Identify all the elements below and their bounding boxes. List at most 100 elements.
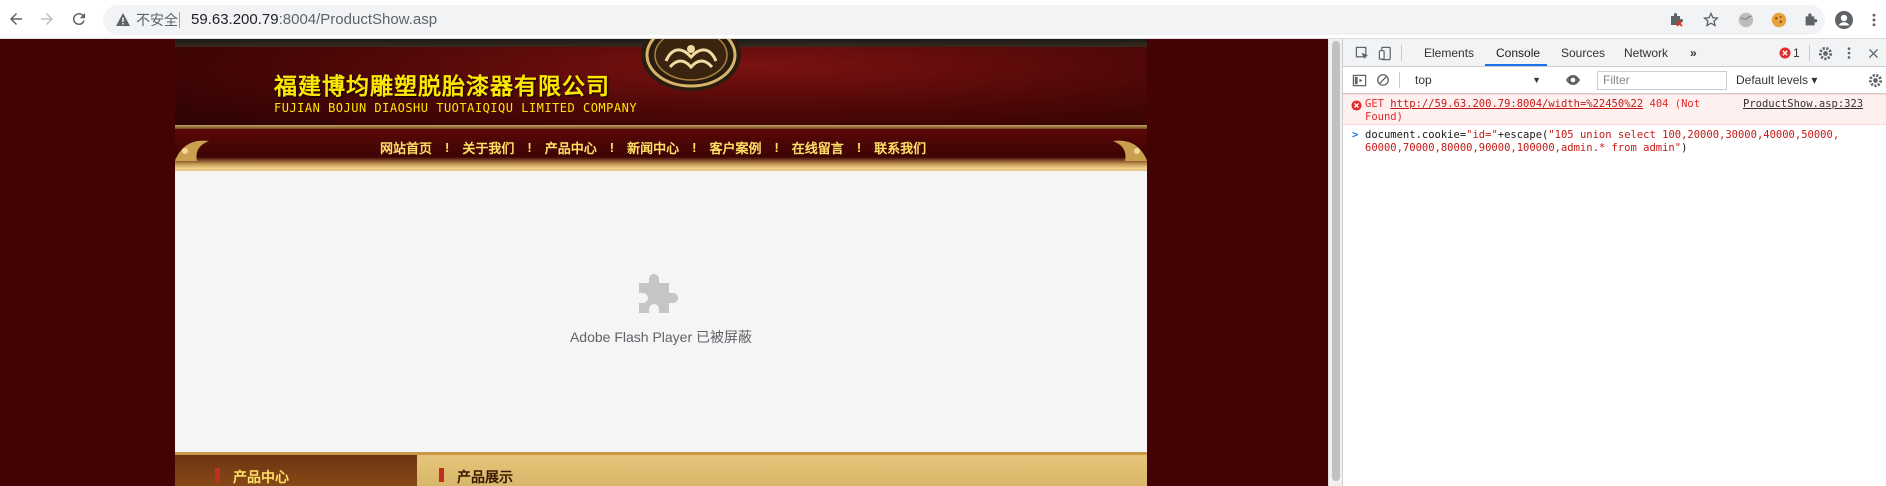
section-header-bar: 产品中心 产品展示 <box>175 452 1147 486</box>
error-method: GET <box>1365 98 1384 110</box>
tab-console[interactable]: Console <box>1496 46 1540 60</box>
nav-menu: 网站首页 ! 关于我们 ! 产品中心 ! 新闻中心 ! 客户案例 ! 在线留言 … <box>380 138 926 157</box>
devtools-tabbar: Elements Console Sources Network » 1 <box>1343 39 1886 67</box>
devtools-menu-icon[interactable] <box>1841 45 1857 61</box>
error-icon <box>1351 100 1362 111</box>
reload-icon <box>72 13 85 26</box>
section-title-products: 产品中心 <box>233 469 289 485</box>
nav-divider: ! <box>856 140 862 155</box>
error-status: 404 (Not <box>1649 98 1701 110</box>
dropdown-caret-icon: ▼ <box>1532 75 1541 85</box>
filter-placeholder: Filter <box>1603 73 1630 87</box>
main-navigation: 网站首页 ! 关于我们 ! 产品中心 ! 新闻中心 ! 客户案例 ! 在线留言 … <box>175 129 1147 169</box>
log-levels-dropdown[interactable]: Default levels ▾ <box>1736 71 1817 90</box>
error-source-link[interactable]: ProductShow.asp:323 <box>1743 98 1863 110</box>
nav-divider: ! <box>609 140 615 155</box>
console-prompt-icon: > <box>1352 129 1359 141</box>
ornament-emblem-icon <box>641 39 741 91</box>
page-scrollbar[interactable] <box>1328 39 1342 486</box>
code-end: ) <box>1681 142 1688 154</box>
url-host: 59.63.200.79 <box>191 11 279 28</box>
error-line: GET http://59.63.200.79:8004/width=%2245… <box>1365 98 1700 110</box>
menu-kebab-icon[interactable] <box>1864 10 1884 30</box>
close-devtools-icon[interactable] <box>1865 45 1881 61</box>
code-escape: +escape( <box>1497 129 1549 141</box>
bullet-marker <box>215 468 220 482</box>
cookie-extension-icon[interactable] <box>1769 10 1789 30</box>
extension-globe-icon[interactable] <box>1736 10 1756 30</box>
tab-network[interactable]: Network <box>1624 46 1668 60</box>
more-tabs-button[interactable]: » <box>1690 46 1697 60</box>
flash-blocked-message: Adobe Flash Player 已被屏蔽 <box>569 329 753 345</box>
nav-item-products[interactable]: 产品中心 <box>545 138 597 157</box>
console-filter-input[interactable]: Filter <box>1597 71 1727 90</box>
nav-item-message[interactable]: 在线留言 <box>792 138 844 157</box>
profile-avatar-icon[interactable] <box>1834 10 1854 30</box>
address-bar[interactable]: 不安全 59.63.200.79:8004/ProductShow.asp <box>103 5 1825 35</box>
console-error-message: GET http://59.63.200.79:8004/width=%2245… <box>1343 94 1886 125</box>
page-viewport: 福建博均雕塑脱胎漆器有限公司 FUJIAN BOJUN DIAOSHU TUOT… <box>0 39 1328 486</box>
active-tab-indicator <box>1485 64 1547 66</box>
back-button[interactable] <box>6 9 26 29</box>
omnibox-separator <box>179 12 180 28</box>
code-string-id: "id=" <box>1466 129 1498 141</box>
section-left-panel: 产品中心 <box>175 455 417 486</box>
browser-toolbar: 不安全 59.63.200.79:8004/ProductShow.asp <box>0 0 1886 39</box>
nav-item-news[interactable]: 新闻中心 <box>627 138 679 157</box>
context-selector[interactable]: top ▼ <box>1411 71 1545 90</box>
nav-item-cases[interactable]: 客户案例 <box>709 138 761 157</box>
forward-button[interactable] <box>37 9 57 29</box>
sidebar-toggle-icon[interactable] <box>1351 72 1367 88</box>
url-text[interactable]: 59.63.200.79:8004/ProductShow.asp <box>191 12 437 28</box>
tab-separator <box>1401 45 1402 61</box>
left-ornament-icon <box>175 140 209 161</box>
company-name-cn: 福建博均雕塑脱胎漆器有限公司 <box>274 73 610 100</box>
warning-icon <box>116 13 130 26</box>
error-count[interactable]: 1 <box>1793 46 1800 60</box>
bullet-marker <box>439 468 444 482</box>
extensions-puzzle-icon[interactable] <box>1801 10 1821 30</box>
context-value: top <box>1415 73 1432 87</box>
console-settings-icon[interactable] <box>1867 72 1883 88</box>
clear-console-icon[interactable] <box>1375 72 1391 88</box>
extension-blocked-icon[interactable] <box>1668 12 1684 28</box>
star-icon[interactable] <box>1703 12 1719 28</box>
flash-placeholder[interactable]: Adobe Flash Player 已被屏蔽 <box>175 169 1147 452</box>
section-title-showcase: 产品展示 <box>457 469 513 485</box>
nav-item-about[interactable]: 关于我们 <box>462 138 514 157</box>
right-ornament-icon <box>1113 140 1147 161</box>
reload-button[interactable] <box>69 9 89 29</box>
code-prefix: document.cookie= <box>1365 129 1467 141</box>
nav-item-contact[interactable]: 联系我们 <box>874 138 926 157</box>
website: 福建博均雕塑脱胎漆器有限公司 FUJIAN BOJUN DIAOSHU TUOT… <box>175 39 1147 486</box>
company-name-en: FUJIAN BOJUN DIAOSHU TUOTAIQIQU LIMITED … <box>274 101 638 115</box>
scrollbar-thumb[interactable] <box>1332 41 1340 481</box>
nav-divider: ! <box>527 140 532 155</box>
tab-sources[interactable]: Sources <box>1561 46 1605 60</box>
error-url-link[interactable]: http://59.63.200.79:8004/width=%22450%22 <box>1390 98 1643 110</box>
settings-gear-icon[interactable] <box>1817 45 1833 61</box>
error-status-cont: Found) <box>1365 111 1403 123</box>
nav-item-home[interactable]: 网站首页 <box>380 138 432 157</box>
tab-elements[interactable]: Elements <box>1424 46 1474 60</box>
tab-separator <box>1809 45 1810 61</box>
live-expression-eye-icon[interactable] <box>1565 72 1581 88</box>
error-badge-icon[interactable] <box>1779 47 1791 59</box>
device-toolbar-icon[interactable] <box>1377 45 1393 61</box>
devtools-panel: Elements Console Sources Network » 1 top… <box>1342 39 1886 486</box>
url-path: :8004/ProductShow.asp <box>278 11 438 28</box>
arrow-left-icon <box>10 13 22 25</box>
console-input-entry: > document.cookie="id="+escape("105 unio… <box>1343 127 1886 172</box>
toolbar-separator <box>1399 72 1400 88</box>
inspect-element-icon[interactable] <box>1354 45 1370 61</box>
plugin-puzzle-icon <box>639 274 678 313</box>
nav-divider: ! <box>445 140 450 155</box>
nav-divider: ! <box>692 140 697 155</box>
site-banner: 福建博均雕塑脱胎漆器有限公司 FUJIAN BOJUN DIAOSHU TUOT… <box>175 39 1147 129</box>
security-label[interactable]: 不安全 <box>136 12 178 28</box>
console-code[interactable]: document.cookie="id="+escape("105 union … <box>1365 129 1845 155</box>
console-toolbar: top ▼ Filter Default levels ▾ <box>1343 67 1886 94</box>
nav-divider: ! <box>774 140 779 155</box>
console-output: GET http://59.63.200.79:8004/width=%2245… <box>1343 94 1886 486</box>
arrow-right-icon <box>41 13 53 25</box>
